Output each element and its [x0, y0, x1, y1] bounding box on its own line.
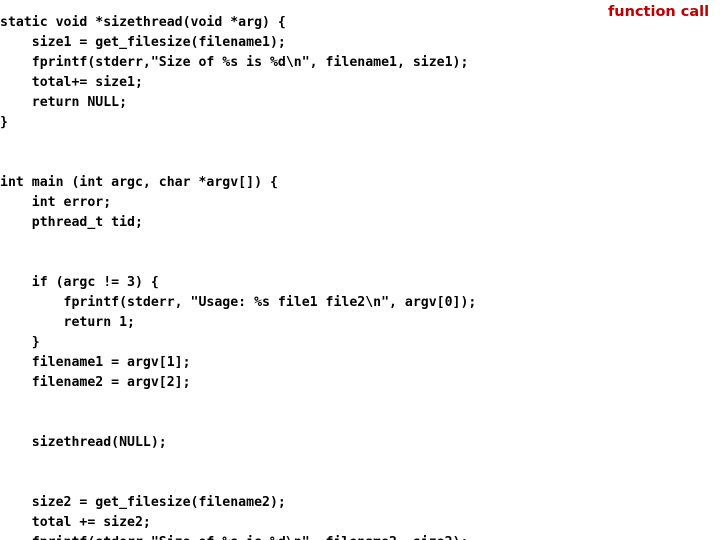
code-line: size1 = get_filesize(filename1);: [0, 35, 286, 51]
code-line: }: [0, 115, 8, 131]
code-line: return NULL;: [0, 95, 128, 111]
code-line: total += size2;: [0, 515, 151, 531]
code-line: int error;: [0, 195, 112, 211]
source-code-block: static void *sizethread(void *arg) { siz…: [0, 13, 560, 540]
code-line: fprintf(stderr, "Usage: %s file1 file2\n…: [0, 295, 477, 311]
code-line: return 1;: [0, 315, 135, 331]
code-line: pthread_t tid;: [0, 215, 143, 231]
slide-canvas: static void *sizethread(void *arg) { siz…: [0, 0, 720, 540]
code-line: filename1 = argv[1];: [0, 355, 191, 371]
code-line: fprintf(stderr,"Size of %s is %d\n", fil…: [0, 55, 469, 71]
annotation-function-call: function call: [608, 4, 710, 20]
code-line: static void *sizethread(void *arg) {: [0, 15, 286, 31]
code-line: fprintf(stderr,"Size of %s is %d\n", fil…: [0, 533, 560, 540]
code-line: total+= size1;: [0, 75, 143, 91]
code-line-function-call: sizethread(NULL);: [0, 435, 167, 451]
code-line: int main (int argc, char *argv[]) {: [0, 175, 278, 191]
code-line: size2 = get_filesize(filename2);: [0, 495, 286, 511]
code-line: filename2 = argv[2];: [0, 375, 191, 391]
code-line: if (argc != 3) {: [0, 275, 159, 291]
code-line: }: [0, 335, 40, 351]
